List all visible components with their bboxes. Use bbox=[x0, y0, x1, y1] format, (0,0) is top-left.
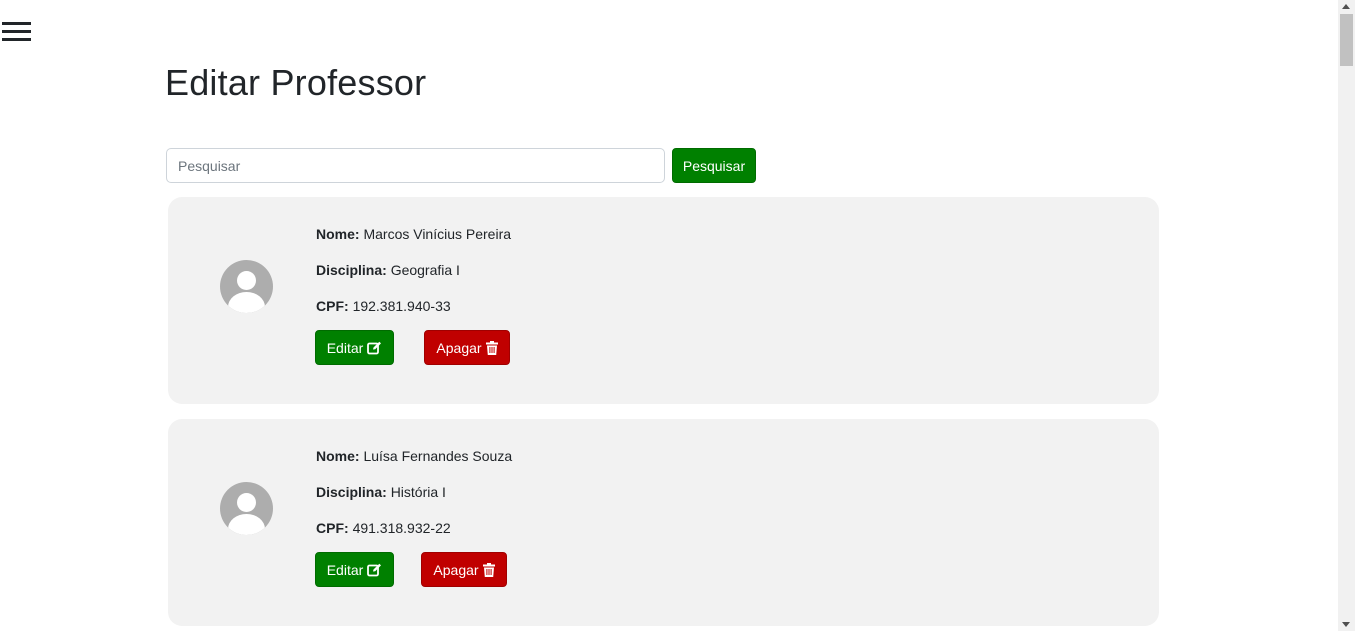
professor-cpf-field: CPF: 491.318.932-22 bbox=[316, 520, 451, 536]
menu-line bbox=[2, 22, 31, 25]
delete-button-label: Apagar bbox=[433, 561, 479, 578]
professor-card: Nome: Marcos Vinícius Pereira Disciplina… bbox=[168, 197, 1159, 404]
professor-name: Luísa Fernandes Souza bbox=[363, 448, 513, 464]
professor-discipline-field: Disciplina: História I bbox=[316, 484, 446, 500]
edit-button[interactable]: Editar bbox=[315, 552, 394, 587]
vertical-scrollbar[interactable] bbox=[1338, 0, 1355, 631]
professor-cpf: 192.381.940-33 bbox=[352, 298, 451, 314]
hamburger-menu-icon[interactable] bbox=[2, 20, 32, 42]
professor-cpf: 491.318.932-22 bbox=[352, 520, 451, 536]
delete-button[interactable]: Apagar bbox=[421, 552, 507, 587]
professor-name-field: Nome: Marcos Vinícius Pereira bbox=[316, 226, 511, 242]
edit-button[interactable]: Editar bbox=[315, 330, 394, 365]
cpf-label: CPF: bbox=[316, 520, 349, 536]
menu-line bbox=[2, 30, 31, 33]
pencil-square-icon bbox=[367, 341, 382, 354]
search-input[interactable] bbox=[166, 148, 665, 183]
scroll-up-arrow-icon[interactable] bbox=[1342, 4, 1350, 9]
pencil-square-icon bbox=[367, 563, 382, 576]
discipline-label: Disciplina: bbox=[316, 484, 387, 500]
professor-discipline-field: Disciplina: Geografia I bbox=[316, 262, 460, 278]
professor-discipline: Geografia I bbox=[390, 262, 460, 278]
menu-line bbox=[2, 38, 31, 41]
cpf-label: CPF: bbox=[316, 298, 349, 314]
scrollbar-thumb[interactable] bbox=[1340, 14, 1353, 66]
name-label: Nome: bbox=[316, 226, 360, 242]
trash-icon bbox=[485, 340, 498, 355]
edit-button-label: Editar bbox=[326, 339, 364, 356]
trash-icon bbox=[482, 562, 495, 577]
delete-button[interactable]: Apagar bbox=[424, 330, 510, 365]
name-label: Nome: bbox=[316, 448, 360, 464]
page-title: Editar Professor bbox=[165, 62, 427, 103]
scroll-down-arrow-icon[interactable] bbox=[1342, 622, 1350, 627]
professor-card: Nome: Luísa Fernandes Souza Disciplina: … bbox=[168, 419, 1159, 626]
discipline-label: Disciplina: bbox=[316, 262, 387, 278]
edit-button-label: Editar bbox=[326, 561, 364, 578]
user-avatar-icon bbox=[220, 260, 273, 313]
app-viewport: Editar Professor Pesquisar Nome: Marcos … bbox=[0, 0, 1355, 631]
professor-discipline: História I bbox=[390, 484, 446, 500]
search-button[interactable]: Pesquisar bbox=[672, 148, 756, 183]
professor-name-field: Nome: Luísa Fernandes Souza bbox=[316, 448, 512, 464]
professor-cpf-field: CPF: 192.381.940-33 bbox=[316, 298, 451, 314]
user-avatar-icon bbox=[220, 482, 273, 535]
delete-button-label: Apagar bbox=[436, 339, 482, 356]
professor-name: Marcos Vinícius Pereira bbox=[363, 226, 512, 242]
